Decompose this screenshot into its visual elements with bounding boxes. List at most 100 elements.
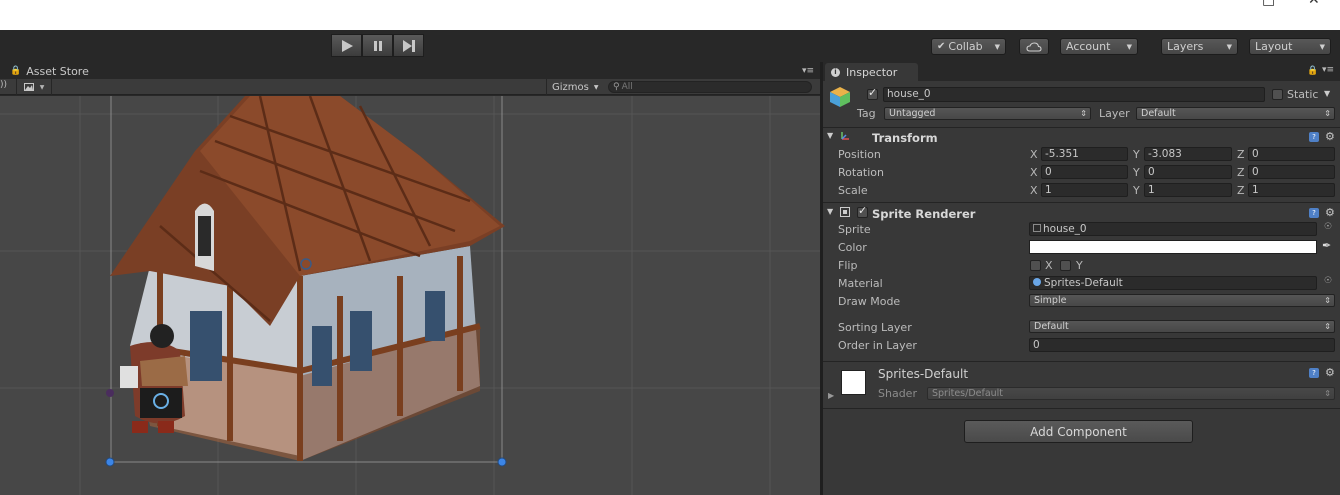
order-in-layer-field[interactable]: 0 [1029,338,1335,352]
axis-x-label: X [1030,184,1038,197]
lock-icon[interactable]: 🔒 [1307,66,1318,76]
tag-dropdown[interactable]: Untagged ⇕ [884,107,1091,120]
shader-dropdown[interactable]: Sprites/Default ⇕ [927,387,1335,400]
gear-icon[interactable]: ⚙ [1325,130,1335,143]
inspector-tabbar: i Inspector 🔒 ▾≡ [823,62,1340,81]
info-icon: i [831,67,840,77]
step-icon [402,39,415,52]
scene-tabbar: 🔒 Asset Store ▾≡ [0,62,820,79]
play-controls [331,34,424,57]
material-field[interactable]: Sprites-Default [1029,276,1317,290]
foldout-closed-icon[interactable]: ▶ [828,391,834,400]
chevron-down-icon: ▼ [1126,42,1132,51]
scale-label: Scale [838,184,868,197]
axis-z-label: Z [1237,166,1245,179]
position-y-field[interactable]: -3.083 [1144,147,1232,161]
position-x-field[interactable]: -5.351 [1041,147,1128,161]
material-name: Sprites-Default [878,367,969,381]
color-swatch[interactable] [1029,240,1317,254]
object-picker-icon[interactable]: ☉ [1324,222,1332,232]
rotation-x-field[interactable]: 0 [1041,165,1128,179]
rect-handle-bottom-right[interactable] [497,457,507,467]
help-icon[interactable]: ? [1309,208,1319,218]
flip-x-checkbox[interactable] [1030,260,1041,271]
sorting-layer-value: Default [1034,321,1069,332]
main-toolbar: ✔ Collab ▼ Account ▼ Layers ▼ Layout ▼ [0,30,1340,62]
color-label: Color [838,241,867,254]
chevron-down-icon: ▼ [1226,42,1232,51]
tab-asset-store[interactable]: 🔒 Asset Store [10,63,89,79]
static-checkbox[interactable] [1272,89,1283,100]
active-checkbox[interactable] [867,86,878,100]
scale-z-field[interactable]: 1 [1248,183,1335,197]
tag-label: Tag [857,107,876,120]
sprite-field[interactable]: house_0 [1029,222,1317,236]
material-preview-swatch [841,370,866,395]
close-icon[interactable]: ✕ [1308,0,1320,8]
sprite-renderer-header[interactable]: ▼ Sprite Renderer ? ⚙ [823,204,1340,221]
layer-label: Layer [1099,107,1130,120]
effects-dropdown[interactable]: ▼ [16,79,52,95]
maximize-icon[interactable]: □ [1262,0,1275,8]
scene-viewport[interactable] [0,96,820,495]
axis-z-label: Z [1237,148,1245,161]
rect-handle-bottom-left[interactable] [105,457,115,467]
scale-y-field[interactable]: 1 [1144,183,1232,197]
transform-header[interactable]: ▼ Transform ? ⚙ [823,129,1340,146]
scene-view-toolbar: )) ▼ Gizmos ▼ ⚲ All [0,79,820,95]
foldout-open-icon[interactable]: ▼ [827,131,833,140]
panel-menu-icon[interactable]: ▾≡ [802,66,814,76]
scene-search-input[interactable]: ⚲ All [608,81,812,93]
tag-value: Untagged [889,108,936,119]
draw-mode-dropdown[interactable]: Simple ⇕ [1029,294,1335,307]
gear-icon[interactable]: ⚙ [1325,366,1335,379]
chevron-down-icon: ▼ [994,42,1000,51]
object-name-field[interactable]: house_0 [883,87,1265,102]
panel-menu-icon[interactable]: ▾≡ [1322,65,1334,75]
pause-icon [373,40,382,51]
search-placeholder: All [621,82,633,92]
chevron-down-icon: ▼ [1319,42,1325,51]
help-icon[interactable]: ? [1309,132,1319,142]
transform-title: Transform [872,131,938,145]
sprite-renderer-enabled-checkbox[interactable] [857,204,868,218]
account-dropdown[interactable]: Account ▼ [1060,38,1138,55]
object-picker-icon[interactable]: ☉ [1324,276,1332,286]
gear-icon[interactable]: ⚙ [1325,206,1335,219]
inspector-panel: i Inspector 🔒 ▾≡ house_0 Static ▼ Tag Un… [823,62,1340,495]
separator [823,361,1340,362]
step-button[interactable] [393,34,424,57]
gizmos-dropdown[interactable]: Gizmos ▼ [546,79,603,95]
material-sphere-icon [1033,278,1041,286]
updown-icon: ⇕ [1324,389,1331,398]
rotation-y-field[interactable]: 0 [1144,165,1232,179]
help-icon[interactable]: ? [1309,368,1319,378]
play-button[interactable] [331,34,362,57]
axis-z-label: Z [1237,184,1245,197]
axis-x-label: X [1030,148,1038,161]
add-component-button[interactable]: Add Component [964,420,1193,443]
position-z-field[interactable]: 0 [1248,147,1335,161]
foldout-open-icon[interactable]: ▼ [827,207,833,216]
tab-asset-store-label: Asset Store [26,64,89,78]
collab-button[interactable]: ✔ Collab ▼ [931,38,1006,55]
layers-dropdown[interactable]: Layers ▼ [1161,38,1238,55]
axis-x-label: X [1030,166,1038,179]
cloud-button[interactable] [1019,38,1049,55]
sprite-renderer-icon [840,207,850,217]
pause-button[interactable] [362,34,393,57]
layout-dropdown[interactable]: Layout ▼ [1249,38,1331,55]
sorting-layer-dropdown[interactable]: Default ⇕ [1029,320,1335,333]
material-value: Sprites-Default [1044,277,1123,289]
chevron-down-icon[interactable]: ▼ [1324,89,1330,98]
scale-x-field[interactable]: 1 [1041,183,1128,197]
chevron-down-icon: ▼ [39,83,45,91]
axis-y-label: Y [1133,166,1140,179]
rotation-z-field[interactable]: 0 [1248,165,1335,179]
audio-icon[interactable]: )) [0,80,7,90]
eyedropper-icon[interactable]: ✒ [1322,239,1331,252]
scene-canvas[interactable] [0,96,820,495]
flip-y-checkbox[interactable] [1060,260,1071,271]
tab-inspector[interactable]: i Inspector [825,63,918,81]
layer-dropdown[interactable]: Default ⇕ [1136,107,1335,120]
